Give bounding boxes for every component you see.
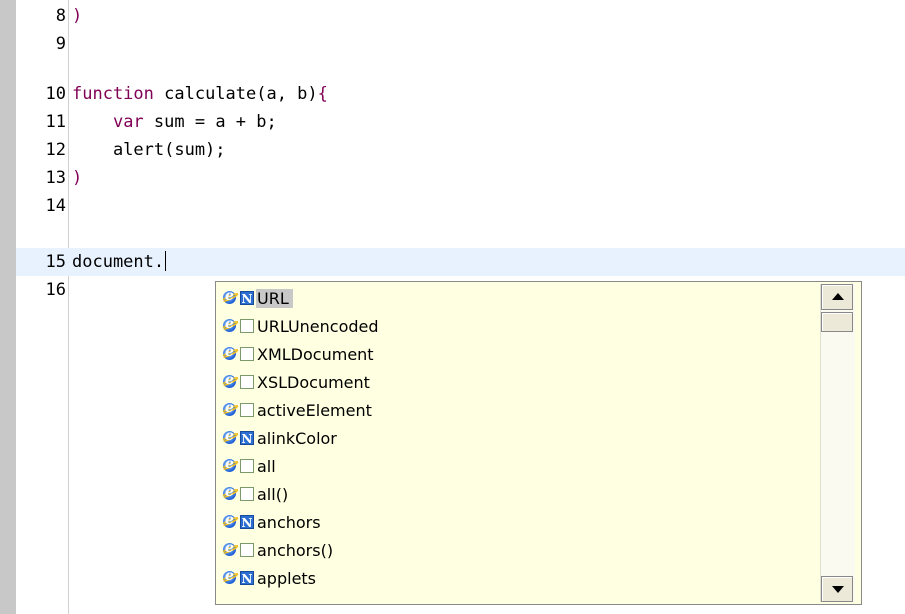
property-icon <box>240 319 254 333</box>
internet-explorer-icon: e <box>220 540 240 558</box>
internet-explorer-icon: e <box>220 316 240 334</box>
autocomplete-item[interactable]: e XMLDocument <box>220 340 819 368</box>
autocomplete-item[interactable]: e N URL <box>220 284 819 312</box>
internet-explorer-icon: e <box>220 372 240 390</box>
autocomplete-item[interactable]: e Nanchors <box>220 508 819 536</box>
property-icon <box>240 347 254 361</box>
internet-explorer-icon: e <box>220 428 240 446</box>
code-token: document. <box>72 252 165 272</box>
scroll-up-button[interactable] <box>821 284 853 310</box>
autocomplete-item[interactable]: e activeElement <box>220 396 819 424</box>
line-number: 9 <box>30 33 68 55</box>
code-text[interactable]: ) <box>72 5 82 27</box>
autocomplete-item[interactable]: e all <box>220 452 819 480</box>
internet-explorer-icon: e <box>220 344 240 362</box>
line-number: 14 <box>30 195 68 217</box>
code-token: sum = a + b; <box>143 112 277 132</box>
autocomplete-item-label: anchors() <box>257 540 334 560</box>
code-line[interactable]: 10 function calculate(a, b){ <box>16 80 905 108</box>
autocomplete-item-label: URL <box>256 288 293 308</box>
scroll-down-button[interactable] <box>821 576 853 602</box>
line-number: 8 <box>30 5 68 27</box>
overview-ruler <box>0 0 16 614</box>
native-property-icon: N <box>240 515 254 530</box>
code-text[interactable]: ) <box>72 167 82 189</box>
autocomplete-item[interactable]: e anchors() <box>220 536 819 564</box>
line-number: 10 <box>30 83 68 105</box>
autocomplete-item-label: alinkColor <box>257 428 337 448</box>
property-icon <box>240 375 254 389</box>
code-line[interactable]: 13) <box>16 164 905 192</box>
code-token: { <box>317 84 328 104</box>
autocomplete-item-label: all <box>257 456 276 476</box>
autocomplete-item-label: URLUnencoded <box>257 316 379 336</box>
property-icon <box>240 487 254 501</box>
native-property-icon: N <box>240 571 254 586</box>
internet-explorer-icon: e <box>220 512 240 530</box>
line-number: 11 <box>30 111 68 133</box>
autocomplete-scrollbar[interactable] <box>820 284 855 602</box>
code-line[interactable]: 11 var sum = a + b; <box>16 108 905 136</box>
autocomplete-item-label: XMLDocument <box>257 344 374 364</box>
autocomplete-item[interactable]: e XSLDocument <box>220 368 819 396</box>
internet-explorer-icon: e <box>220 400 240 418</box>
autocomplete-popup[interactable]: e N URL e URLUnencoded e XMLDocument e XSLDocume… <box>215 281 862 605</box>
line-number: 15 <box>30 251 68 273</box>
line-number: 12 <box>30 139 68 161</box>
text-caret <box>165 251 167 271</box>
code-text[interactable]: alert(sum); <box>72 139 226 161</box>
scroll-thumb[interactable] <box>821 312 853 332</box>
internet-explorer-icon: e <box>220 288 240 306</box>
line-number: 16 <box>30 279 68 301</box>
code-token: alert(sum); <box>72 140 226 160</box>
autocomplete-item[interactable]: e NalinkColor <box>220 424 819 452</box>
arrow-up-icon <box>832 293 844 300</box>
internet-explorer-icon: e <box>220 456 240 474</box>
keyword-token: function <box>72 84 154 104</box>
line-number: 13 <box>30 167 68 189</box>
property-icon <box>240 459 254 473</box>
autocomplete-item[interactable]: e all() <box>220 480 819 508</box>
native-property-icon: N <box>240 431 254 446</box>
code-text[interactable]: function calculate(a, b){ <box>72 83 328 105</box>
autocomplete-item-label: activeElement <box>257 400 372 420</box>
code-line[interactable]: 12 alert(sum); <box>16 136 905 164</box>
code-line[interactable]: 8) <box>16 2 905 30</box>
autocomplete-item-label: XSLDocument <box>257 372 370 392</box>
code-line[interactable]: 14 <box>16 192 905 220</box>
internet-explorer-icon: e <box>220 484 240 502</box>
autocomplete-item[interactable]: e URLUnencoded <box>220 312 819 340</box>
code-token: calculate(a, b) <box>153 84 318 104</box>
property-icon <box>240 543 254 557</box>
code-line[interactable]: 15 document. <box>16 248 905 276</box>
arrow-down-icon <box>832 586 844 593</box>
code-token: ) <box>72 6 83 26</box>
keyword-token: var <box>112 112 144 132</box>
internet-explorer-icon: e <box>220 568 240 586</box>
code-text[interactable]: var sum = a + b; <box>72 111 277 133</box>
autocomplete-item-label: anchors <box>257 512 321 532</box>
autocomplete-item-label: all() <box>257 484 289 504</box>
autocomplete-item[interactable]: e Napplets <box>220 564 819 592</box>
code-text[interactable]: document. <box>72 251 167 273</box>
autocomplete-item-label: applets <box>257 568 317 588</box>
property-icon <box>240 403 254 417</box>
autocomplete-list[interactable]: e N URL e URLUnencoded e XMLDocument e XSLDocume… <box>220 284 819 592</box>
native-property-icon: N <box>240 291 254 306</box>
code-token: ) <box>72 168 83 188</box>
code-line[interactable]: 9 <box>16 30 905 58</box>
